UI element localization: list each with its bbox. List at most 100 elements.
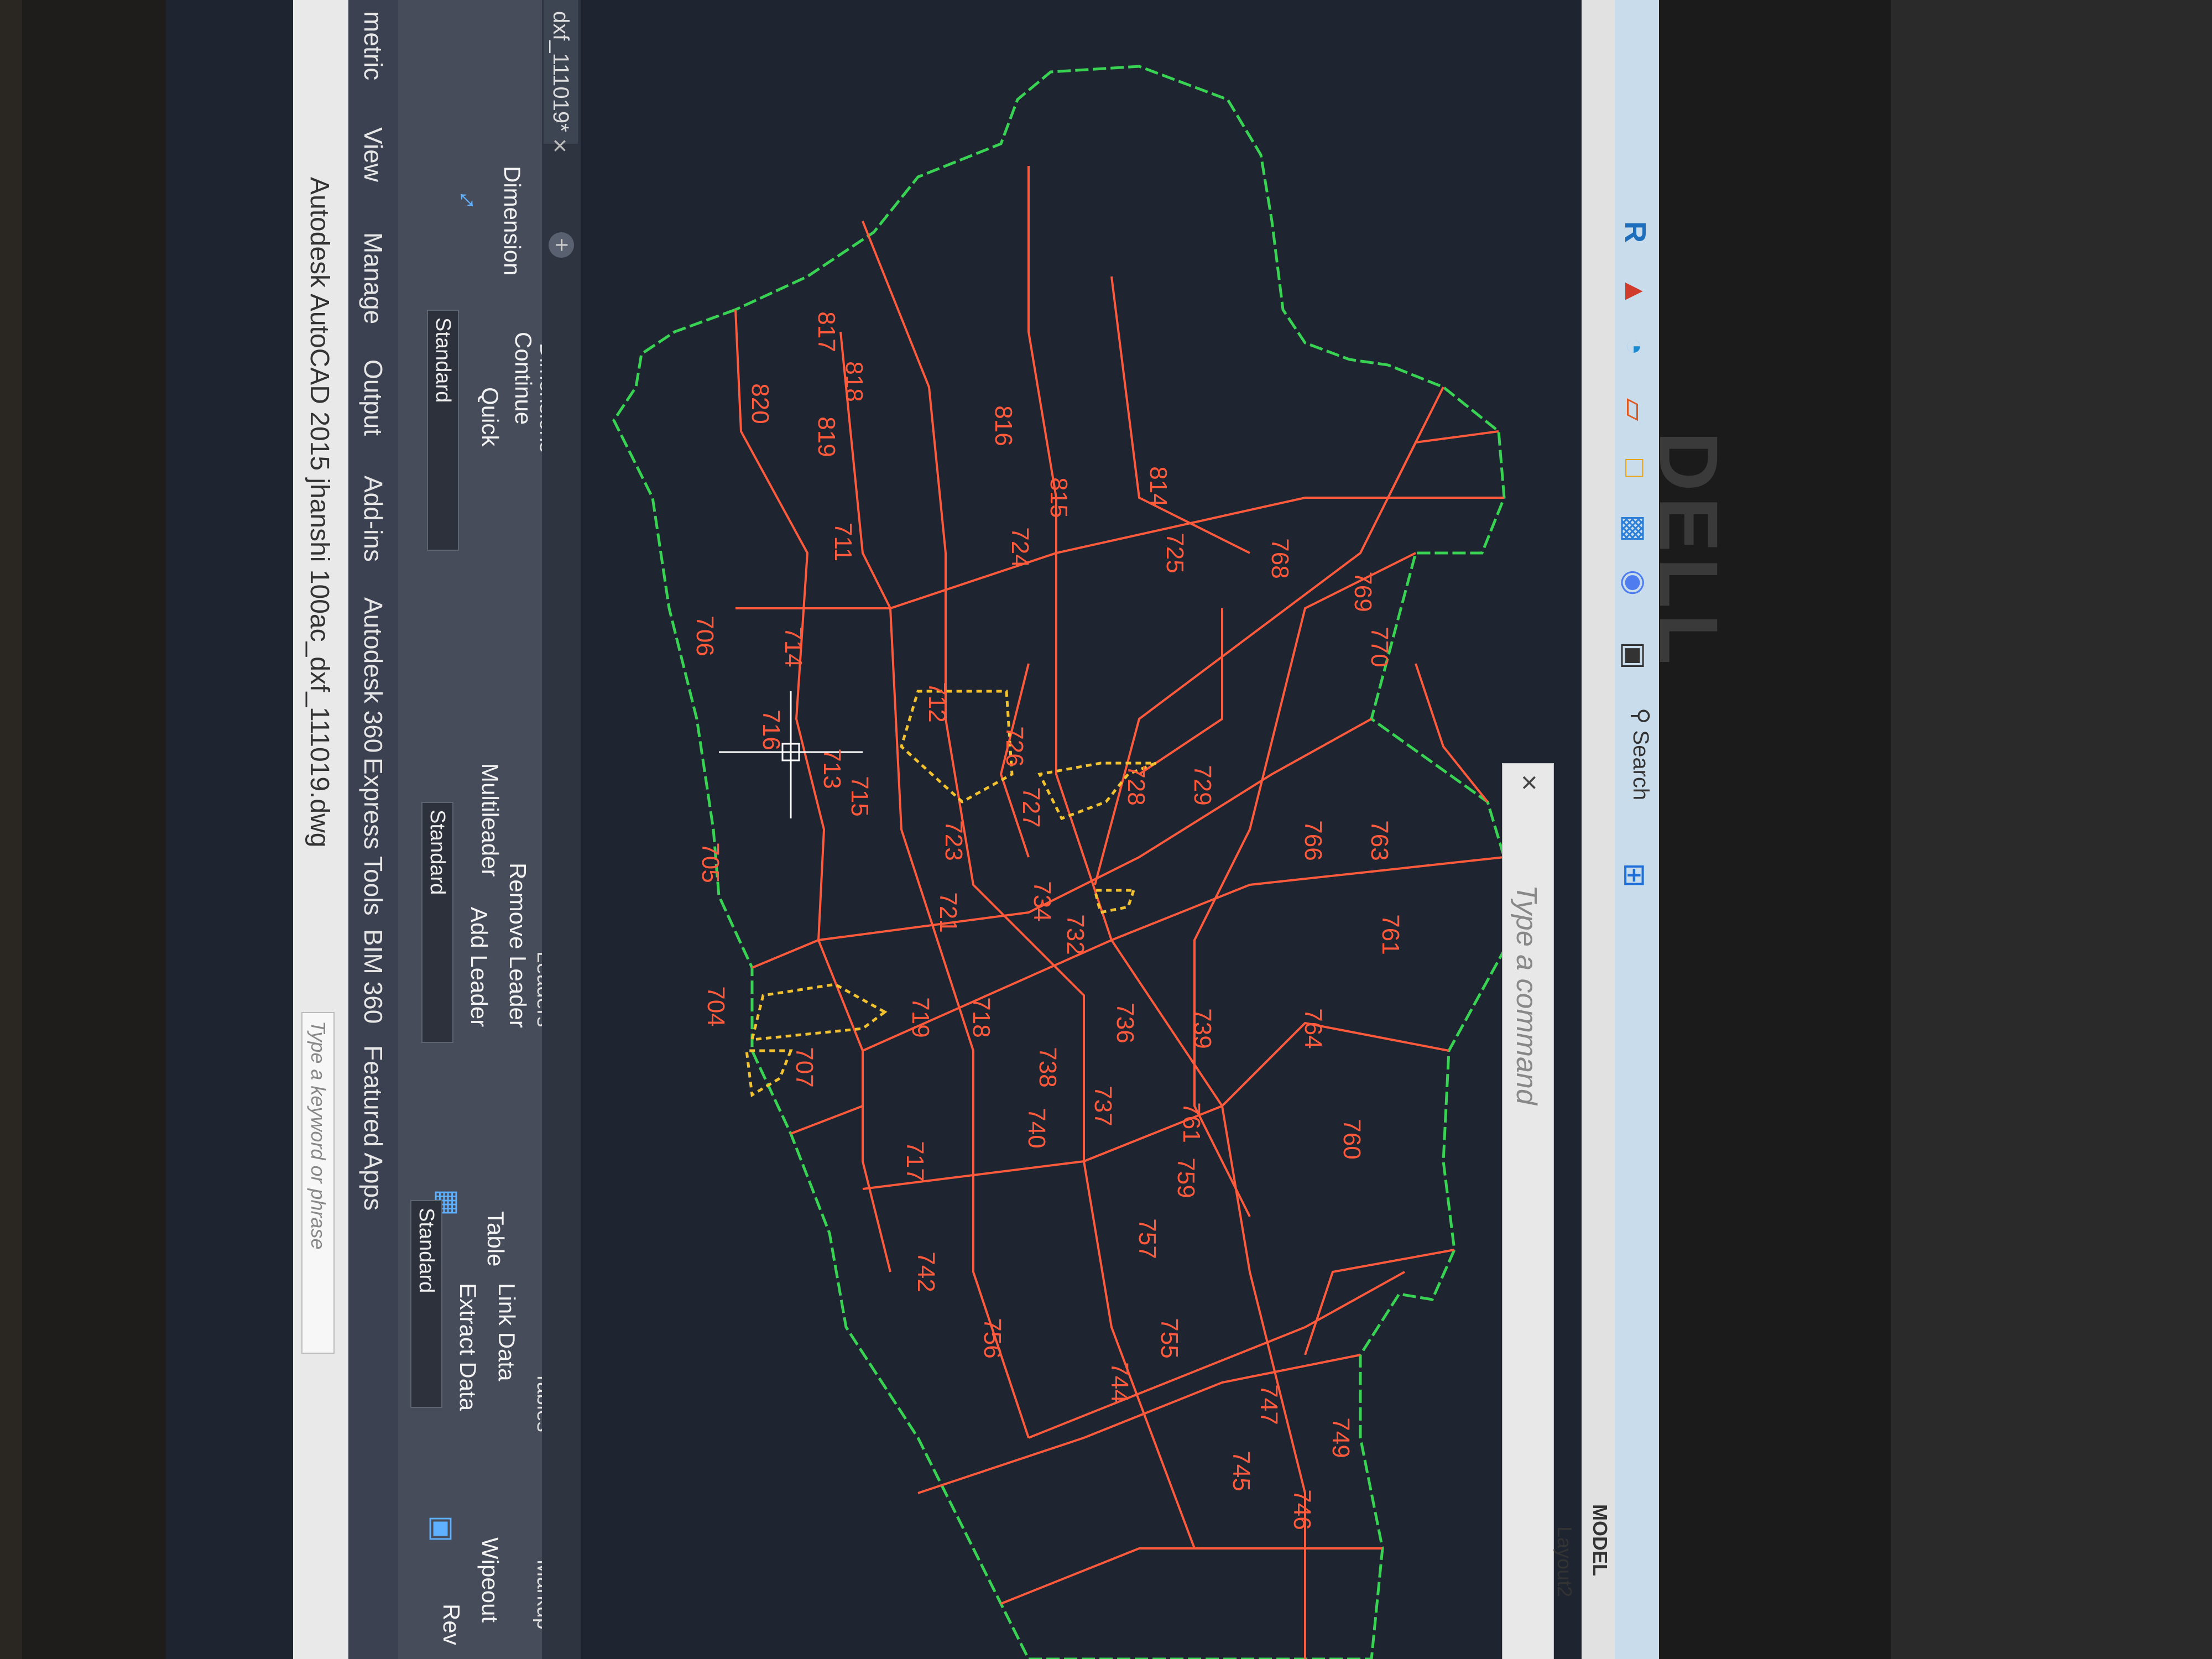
tab-add-ins[interactable]: Add-ins	[358, 476, 388, 562]
remove-leader-button[interactable]: Remove Leader	[504, 863, 531, 1028]
parcel-label: 739	[1189, 1008, 1216, 1048]
canvas-background	[581, 0, 1582, 1659]
tab-parametric[interactable]: metric	[358, 11, 388, 80]
parcel-label: 704	[702, 986, 729, 1026]
parcel-label: 717	[901, 1141, 928, 1181]
parcel-label: 757	[1134, 1218, 1161, 1259]
parcel-label: 737	[1089, 1086, 1117, 1126]
autocad-icon[interactable]: ▲	[1618, 276, 1652, 306]
parcel-label: 814	[1145, 466, 1172, 507]
parcel-label: 760	[1338, 1119, 1365, 1159]
continue-dimension-button[interactable]: Continue	[510, 332, 536, 425]
parcel-label: 746	[1288, 1489, 1316, 1530]
parcel-label: 742	[912, 1251, 940, 1292]
table-style-select[interactable]: Standard	[410, 1200, 442, 1408]
windows-taskbar	[1615, 0, 1659, 1659]
close-icon[interactable]: ×	[545, 138, 575, 153]
parcel-label: 706	[691, 615, 718, 656]
parcel-label: 818	[841, 361, 868, 401]
parcel-label: 763	[1366, 820, 1393, 860]
parcel-label: 732	[1062, 914, 1089, 954]
store-icon[interactable]: ▩	[1618, 514, 1652, 542]
layout-tab[interactable]: Layout2	[1553, 1526, 1576, 1597]
parcel-label: 718	[968, 997, 995, 1037]
revision-cloud-button[interactable]: Rev	[438, 1604, 465, 1645]
parcel-label: 761	[1377, 914, 1404, 954]
office-icon[interactable]: ▱	[1618, 398, 1652, 421]
parcel-label: 725	[1161, 533, 1188, 573]
parcel-label: 716	[758, 709, 785, 750]
tab-featured-apps[interactable]: Featured Apps	[358, 1045, 388, 1211]
parcel-label: 817	[813, 311, 840, 352]
parcel-label: 768	[1266, 538, 1293, 578]
tab-manage[interactable]: Manage	[358, 232, 388, 324]
tab-bim-360[interactable]: BIM 360	[358, 929, 388, 1024]
link-data-button[interactable]: Link Data	[493, 1283, 520, 1381]
parcel-label: 755	[1156, 1318, 1183, 1358]
edge-icon[interactable]: ◔	[1618, 337, 1652, 356]
quick-dimension-button[interactable]: Quick	[477, 387, 503, 446]
multileader-style-select[interactable]: Standard	[421, 802, 453, 1043]
parcel-label: 761	[1178, 1102, 1205, 1142]
parcel-label: 759	[1172, 1157, 1199, 1198]
tab-output[interactable]: Output	[358, 359, 388, 436]
parcel-label: 756	[979, 1318, 1006, 1358]
taskbar-search[interactable]: ⚲ Search	[1628, 708, 1653, 800]
dim-style-select[interactable]: Standard	[427, 310, 459, 551]
parcel-label: 749	[1327, 1417, 1354, 1458]
parcel-label: 820	[747, 383, 774, 424]
parcel-label: 727	[1018, 787, 1045, 827]
parcel-label: 744	[1106, 1362, 1133, 1402]
help-search-input[interactable]: Type a keyword or phrase	[301, 1012, 335, 1354]
parcel-label: 815	[1045, 477, 1072, 518]
windows-start-icon[interactable]: ⊞	[1618, 863, 1652, 888]
status-bar	[1582, 0, 1615, 1659]
tab-view[interactable]: View	[358, 127, 388, 182]
parcel-label: 736	[1112, 1003, 1139, 1043]
wipeout-button[interactable]: Wipeout	[477, 1537, 503, 1623]
parcel-label: 766	[1300, 820, 1327, 860]
file-explorer-icon[interactable]: □	[1618, 459, 1652, 477]
parcel-label: 769	[1349, 571, 1376, 612]
file-tab[interactable]: dxf_111019*	[544, 0, 578, 144]
parcel-label: 712	[924, 682, 951, 722]
laptop-keyboard-deck	[1891, 0, 2212, 1659]
parcel-label: 816	[990, 405, 1017, 446]
parcel-label: 734	[1029, 881, 1056, 921]
parcel-label: 715	[846, 776, 873, 816]
parcel-label: 764	[1300, 1008, 1327, 1048]
parcel-label: 745	[1228, 1451, 1255, 1491]
tab-autodesk-360[interactable]: Autodesk 360	[358, 597, 388, 753]
new-tab-icon[interactable]: +	[548, 232, 575, 258]
parcel-label: 819	[813, 416, 840, 457]
parcel-label: 770	[1366, 627, 1393, 667]
extract-data-button[interactable]: Extract Data	[455, 1283, 481, 1411]
parcel-label: 724	[1006, 527, 1034, 567]
parcel-label: 726	[1001, 726, 1028, 766]
parcel-label: 714	[780, 627, 807, 667]
multileader-button[interactable]: Multileader	[477, 763, 503, 877]
command-input[interactable]: Type a command	[1510, 885, 1543, 1105]
task-view-icon[interactable]: ▣	[1618, 641, 1652, 670]
parcel-label: 747	[1255, 1384, 1282, 1425]
parcel-label: 729	[1189, 765, 1216, 805]
table-button[interactable]: Table	[482, 1211, 509, 1266]
parcel-label: 711	[830, 523, 857, 561]
drawing-canvas[interactable]: 817818 816 815 814 820 819 711 724 725 768 769 770 7…	[581, 0, 1582, 1659]
revit-icon[interactable]: R	[1618, 221, 1652, 243]
chat-icon[interactable]: ◉	[1618, 570, 1652, 596]
autocad-window: Autodesk AutoCAD 2015 jhanshi 100ac_dxf_…	[166, 0, 1659, 1659]
parcel-label: 738	[1034, 1047, 1061, 1087]
parcel-label: 719	[907, 997, 934, 1037]
parcel-label: 740	[1023, 1108, 1050, 1148]
model-space-button[interactable]: MODEL	[1588, 1504, 1611, 1576]
wipeout-icon: ▣	[426, 1515, 458, 1543]
add-leader-button[interactable]: Add Leader	[466, 907, 492, 1027]
laptop-bezel-left	[22, 0, 166, 1659]
parcel-label: 721	[935, 892, 962, 932]
dimension-button[interactable]: Dimension	[499, 166, 525, 275]
taskbar-search-label: Search	[1629, 730, 1653, 801]
close-icon[interactable]: ×	[1512, 774, 1546, 791]
window-title: Autodesk AutoCAD 2015 jhanshi 100ac_dxf_…	[305, 177, 334, 848]
tab-express-tools[interactable]: Express Tools	[358, 758, 388, 916]
